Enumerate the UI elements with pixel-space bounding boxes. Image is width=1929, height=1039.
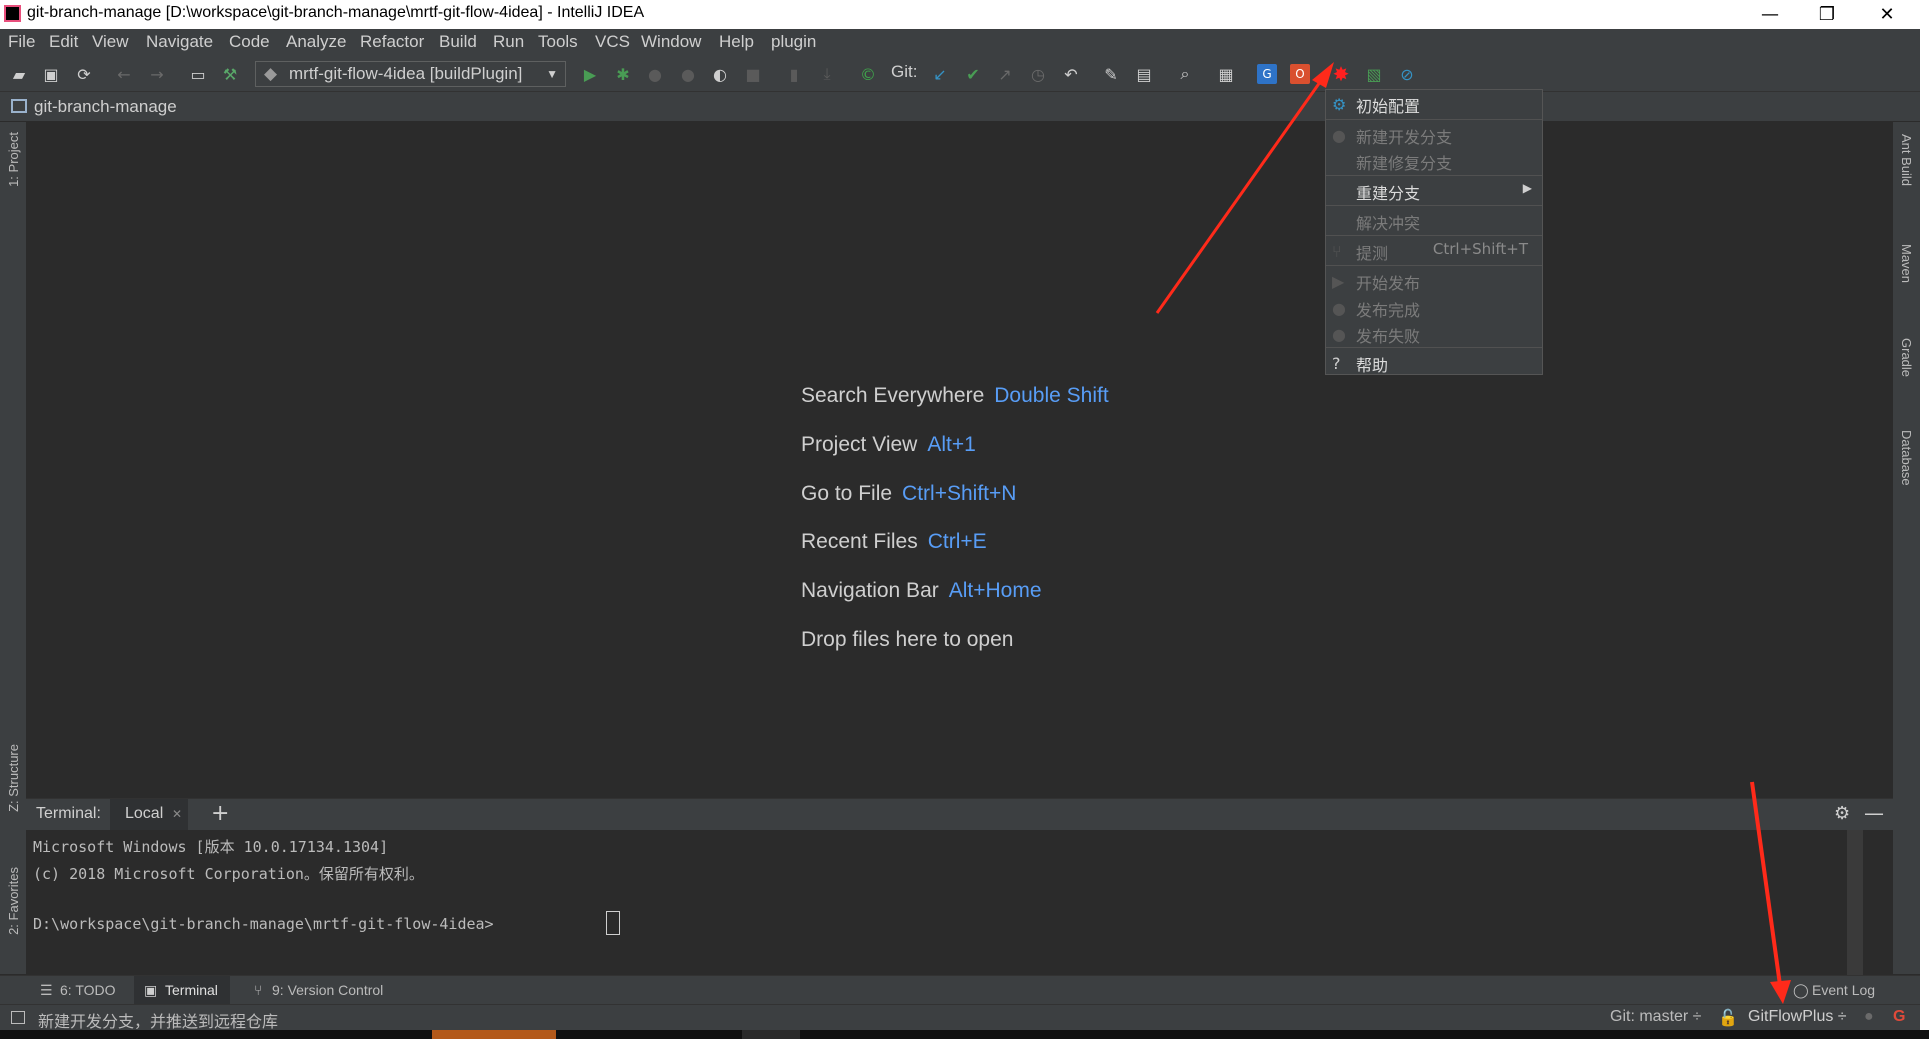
annotation-arrow-toolbar xyxy=(1155,74,1327,314)
annotation-arrow-statusbar xyxy=(1750,781,1782,986)
arrow-head xyxy=(1770,980,1791,1004)
arrow-head xyxy=(1312,62,1334,88)
annotation-arrows xyxy=(1155,62,1791,1004)
